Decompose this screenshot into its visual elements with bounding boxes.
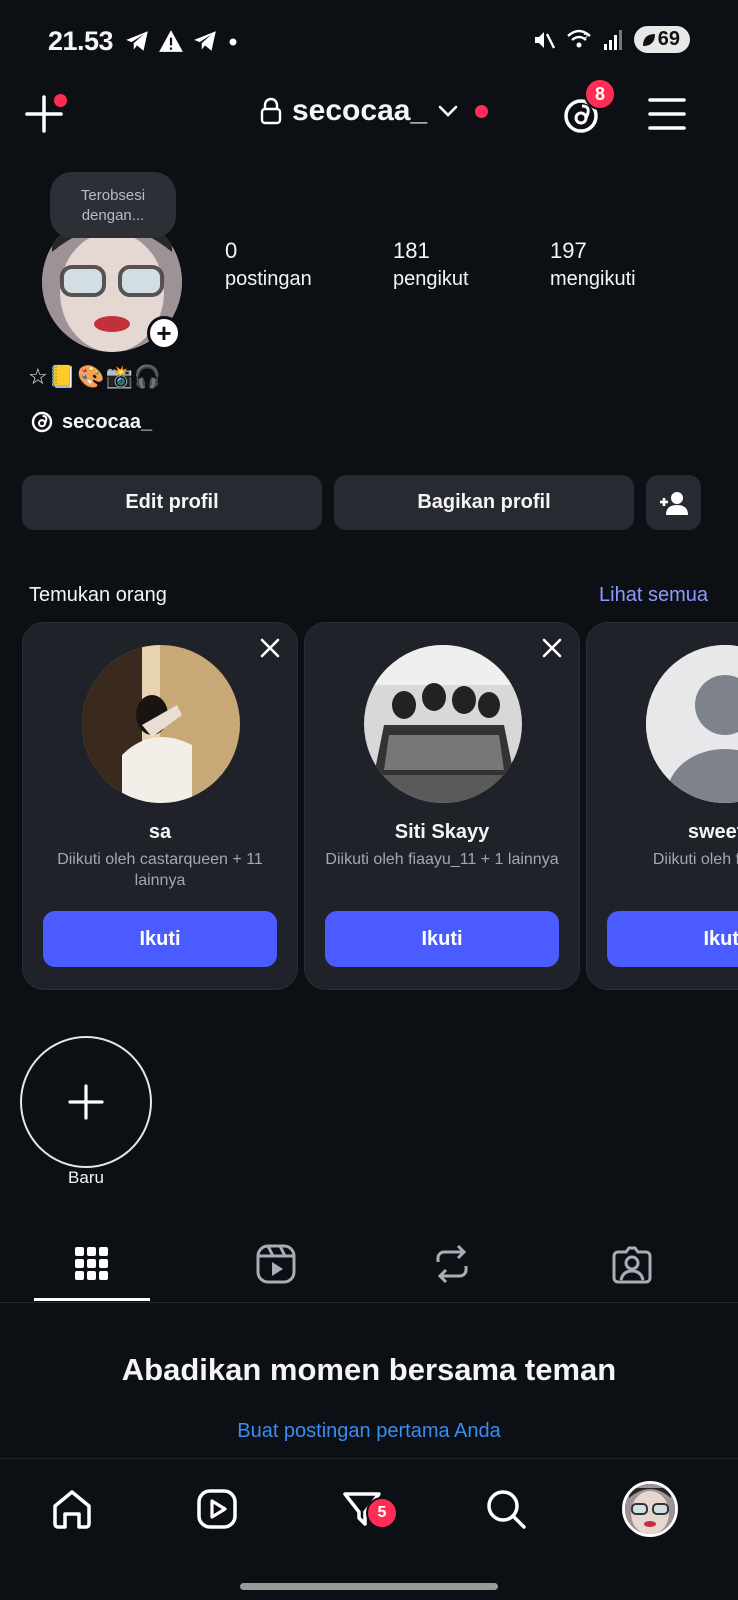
wifi-icon: 5 (566, 29, 591, 47)
hamburger-icon (648, 98, 686, 130)
active-tab-indicator (34, 1298, 150, 1301)
stat-posts-label: postingan (225, 268, 312, 290)
mute-icon (534, 31, 555, 49)
messages-badge: 5 (366, 1497, 398, 1529)
dot-icon (229, 38, 237, 46)
home-indicator[interactable] (240, 1583, 498, 1590)
warning-icon (159, 30, 183, 52)
bottom-navigation: 5 (0, 1458, 738, 1600)
stat-posts-value: 0 (225, 238, 238, 263)
battery-level: 69 (657, 28, 680, 50)
stat-followers[interactable]: 181 pengikut (393, 238, 469, 294)
default-avatar-icon (646, 645, 738, 803)
reels-nav-icon (197, 1489, 237, 1529)
nav-search[interactable] (478, 1481, 534, 1537)
reels-icon (256, 1244, 296, 1284)
tab-grid[interactable] (62, 1240, 122, 1288)
suggestion-avatar[interactable] (82, 645, 240, 803)
tab-reels[interactable] (246, 1240, 306, 1288)
tagged-person-icon (612, 1246, 652, 1284)
suggestion-name: Siti Skayy (394, 821, 490, 843)
status-system-icons: 5 69 (532, 26, 690, 53)
telegram-icon-2 (194, 31, 216, 51)
suggestion-card[interactable]: sweetie Diikuti oleh f lainnya Ikuti (586, 622, 738, 990)
create-notification-dot (54, 94, 67, 107)
profile-note-bubble[interactable]: Terobsesi dengan... (50, 172, 176, 238)
suggestion-avatar[interactable] (364, 645, 522, 803)
tab-tagged[interactable] (602, 1240, 662, 1288)
see-all-link[interactable]: Lihat semua (599, 584, 708, 607)
new-highlight-label: Baru (68, 1168, 104, 1187)
suggestion-mutuals: Diikuti oleh fiaayu_11 + 1 lainnya (325, 851, 559, 868)
share-profile-button[interactable]: Bagikan profil (334, 475, 634, 530)
battery-indicator: 69 (633, 26, 690, 53)
plus-icon (68, 1084, 104, 1120)
profile-note-text: Terobsesi dengan... (80, 187, 146, 224)
dismiss-suggestion-icon[interactable] (257, 635, 283, 661)
threads-handle: secocaa_ (62, 410, 153, 433)
repost-icon (436, 1244, 468, 1284)
account-switcher[interactable]: secocaa_ (260, 94, 489, 128)
follow-button[interactable]: Ikuti (43, 911, 277, 967)
add-person-icon (659, 491, 688, 515)
stat-following-value: 197 (550, 238, 587, 263)
nav-reels[interactable] (189, 1481, 245, 1537)
suggestion-name: sa (148, 821, 172, 843)
dismiss-suggestion-icon[interactable] (539, 635, 565, 661)
threads-profile-link[interactable]: secocaa_ (30, 410, 152, 434)
suggestion-photo (364, 645, 522, 803)
profile-mini-photo (625, 1484, 675, 1534)
threads-badge: 8 (584, 78, 616, 110)
suggestion-card[interactable]: Siti Skayy Diikuti oleh fiaayu_11 + 1 la… (304, 622, 580, 990)
header-username: secocaa_ (292, 94, 428, 127)
search-icon (487, 1490, 526, 1529)
account-notification-dot (475, 104, 489, 118)
create-first-post-link[interactable]: Buat postingan pertama Anda (0, 1420, 738, 1443)
leaf-icon (642, 33, 655, 46)
stat-following-label: mengikuti (550, 268, 636, 290)
telegram-icon (126, 31, 148, 51)
suggestion-name: sweetie (687, 821, 738, 843)
tab-divider (0, 1302, 738, 1303)
grid-icon (75, 1247, 108, 1280)
stat-followers-label: pengikut (393, 268, 469, 290)
suggestion-photo (82, 645, 240, 803)
threads-small-icon (31, 411, 53, 433)
tab-reposts[interactable] (422, 1240, 482, 1288)
new-highlight-button[interactable] (20, 1036, 152, 1168)
suggestion-mutuals: Diikuti oleh f lainnya (652, 851, 738, 868)
suggestion-mutuals: Diikuti oleh castarqueen + 11 lainnya (57, 851, 263, 889)
discover-title: Temukan orang (29, 584, 167, 606)
follow-button[interactable]: Ikuti (325, 911, 559, 967)
stat-following[interactable]: 197 mengikuti (550, 238, 636, 294)
status-notification-icons (122, 28, 240, 54)
status-time: 21.53 (48, 26, 114, 56)
lock-icon (260, 97, 282, 125)
nav-profile-avatar[interactable] (622, 1481, 678, 1537)
wifi-label: 5 (583, 31, 588, 40)
suggestion-card[interactable]: sa Diikuti oleh castarqueen + 11 lainnya… (22, 622, 298, 990)
cell-signal-icon (603, 29, 622, 50)
follow-button[interactable]: Ikuti (607, 911, 738, 967)
stat-posts[interactable]: 0 postingan (225, 238, 312, 294)
add-story-button[interactable]: + (147, 316, 181, 350)
discover-people-button[interactable] (646, 475, 701, 530)
nav-home[interactable] (44, 1481, 100, 1537)
chevron-down-icon (438, 105, 458, 117)
edit-profile-button[interactable]: Edit profil (22, 475, 322, 530)
empty-state-title: Abadikan momen bersama teman (121, 1352, 617, 1387)
stat-followers-value: 181 (393, 238, 430, 263)
home-icon (53, 1490, 91, 1529)
profile-bio: ☆📒🎨📸🎧 (28, 364, 163, 389)
menu-button[interactable] (648, 96, 686, 137)
suggestion-avatar[interactable] (646, 645, 738, 803)
suggestion-card-clip: sweetie Diikuti oleh f lainnya Ikuti (586, 622, 738, 990)
